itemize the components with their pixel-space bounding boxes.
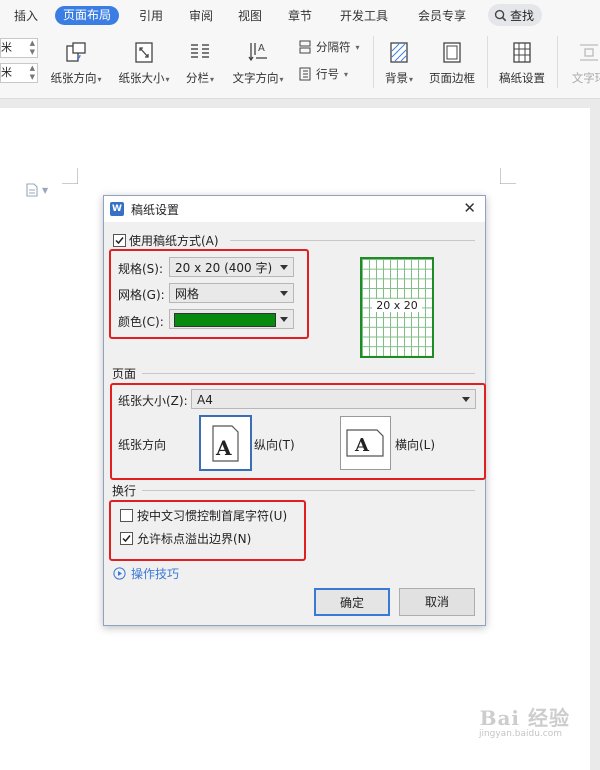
- tab-view[interactable]: 视图: [238, 7, 262, 25]
- text-wrap-icon: [580, 44, 598, 61]
- manuscript-settings-dialog: W 稿纸设置 ✕ 使用稿纸方式(A) 规格(S): 20 x 20 (400 字…: [103, 195, 486, 626]
- text-direction-icon: A: [248, 43, 267, 62]
- text-direction-label: 文字方向: [232, 71, 279, 85]
- margin-spinner-bottom[interactable]: 米 ▲ ▼: [0, 63, 38, 83]
- tab-member[interactable]: 会员专享: [418, 7, 466, 25]
- toolbar-divider: [487, 36, 488, 88]
- search-icon: [494, 9, 507, 21]
- margin-corner-top-right-icon: [500, 168, 516, 184]
- chevron-down-icon: ▼: [42, 185, 49, 195]
- manuscript-grid-icon: [513, 42, 531, 63]
- highlight-box-page: [110, 383, 486, 480]
- manuscript-settings-label: 稿纸设置: [499, 71, 545, 85]
- ribbon-tab-bar: 插入 页面布局 引用 审阅 视图 章节 开发工具 会员专享 查找: [0, 0, 600, 30]
- line-number-label: 行号: [316, 67, 339, 81]
- cancel-button[interactable]: 取消: [399, 588, 475, 616]
- paper-orientation-button[interactable]: 纸张方向▾: [47, 40, 105, 86]
- section-divider: [230, 240, 475, 241]
- ok-button[interactable]: 确定: [314, 588, 390, 616]
- tab-insert[interactable]: 插入: [14, 7, 38, 25]
- tab-review[interactable]: 审阅: [189, 7, 213, 25]
- page-border-icon: [443, 42, 461, 63]
- manuscript-grid-preview: 20 x 20: [360, 257, 434, 358]
- page-section-label: 页面: [112, 367, 137, 381]
- columns-icon: [191, 44, 209, 58]
- section-divider: [142, 490, 475, 491]
- play-circle-icon: [113, 567, 126, 580]
- use-manuscript-checkbox[interactable]: [113, 234, 126, 247]
- section-divider: [142, 373, 475, 374]
- columns-button[interactable]: 分栏▾: [182, 40, 218, 86]
- columns-label: 分栏: [185, 71, 209, 85]
- line-number-button[interactable]: 行号 ▾: [298, 66, 348, 82]
- background-button[interactable]: 背景▾: [381, 40, 417, 86]
- toolbar-divider: [373, 36, 374, 88]
- highlight-box-format: [109, 249, 309, 339]
- page-border-button[interactable]: 页面边框: [425, 40, 479, 86]
- separator-label: 分隔符: [316, 40, 351, 54]
- document-icon: [26, 183, 38, 197]
- background-icon: [390, 42, 408, 63]
- text-direction-button[interactable]: A 文字方向▾: [229, 40, 287, 86]
- text-wrap-button[interactable]: 文字环: [564, 40, 600, 86]
- search-button[interactable]: 查找: [488, 4, 543, 26]
- tab-page-layout[interactable]: 页面布局: [55, 6, 120, 25]
- use-manuscript-label: 使用稿纸方式(A): [129, 234, 219, 248]
- paper-orientation-icon: [66, 42, 86, 62]
- tips-label: 操作技巧: [131, 567, 180, 581]
- spinner-unit: 米: [1, 41, 12, 54]
- toolbar-divider: [557, 36, 558, 88]
- tab-developer[interactable]: 开发工具: [340, 7, 388, 25]
- tips-link[interactable]: 操作技巧: [113, 565, 179, 582]
- check-icon: [115, 237, 124, 245]
- highlight-box-wrap: [109, 500, 306, 561]
- spinner-arrows-icon[interactable]: ▲ ▼: [30, 64, 35, 82]
- paper-orientation-label: 纸张方向: [50, 71, 97, 85]
- margin-corner-top-left-icon: [62, 168, 78, 184]
- tab-sections[interactable]: 章节: [288, 7, 312, 25]
- wrap-section-label: 换行: [112, 484, 137, 498]
- spinner-unit: 米: [1, 66, 12, 79]
- close-icon[interactable]: ✕: [463, 199, 476, 217]
- wps-writer-logo-icon: W: [110, 202, 124, 216]
- separator-button[interactable]: 分隔符 ▾: [298, 39, 360, 55]
- ribbon-toolbar: 米 ▲ ▼ 米 ▲ ▼ 纸张方向▾ 纸张大小▾ 分栏▾ A 文字方向▾ 分隔符 …: [0, 30, 600, 99]
- paper-size-icon: [135, 42, 153, 63]
- margin-spinner-top[interactable]: 米 ▲ ▼: [0, 38, 38, 58]
- manuscript-settings-button[interactable]: 稿纸设置: [495, 40, 549, 86]
- line-number-icon: [299, 67, 311, 81]
- dialog-title: 稿纸设置: [131, 203, 180, 217]
- baidu-watermark: Bai 经验: [479, 706, 570, 730]
- page-border-label: 页面边框: [429, 71, 475, 85]
- separator-icon: [299, 40, 311, 54]
- paper-size-button[interactable]: 纸张大小▾: [115, 40, 173, 86]
- background-label: 背景: [384, 71, 408, 85]
- text-wrap-label: 文字环: [571, 71, 600, 85]
- paper-size-label: 纸张大小: [118, 71, 165, 85]
- paragraph-marker[interactable]: ▼: [26, 183, 48, 197]
- baidu-watermark-url: jingyan.baidu.com: [478, 729, 562, 739]
- spinner-arrows-icon[interactable]: ▲ ▼: [30, 39, 35, 57]
- preview-label: 20 x 20: [372, 299, 422, 312]
- search-label: 查找: [510, 8, 535, 23]
- tab-references[interactable]: 引用: [139, 7, 163, 25]
- dialog-title-bar[interactable]: W 稿纸设置 ✕: [104, 196, 485, 222]
- svg-text:A: A: [258, 43, 265, 54]
